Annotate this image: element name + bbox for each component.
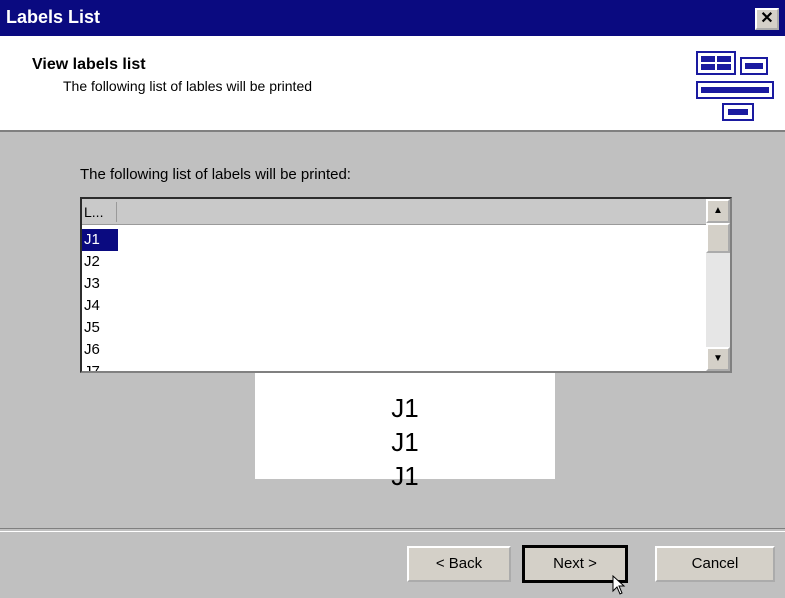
arrow-up-icon: ▲ xyxy=(713,205,723,216)
list-item[interactable]: J4 xyxy=(82,295,118,317)
labels-icon xyxy=(696,51,774,121)
back-button[interactable]: < Back xyxy=(407,546,511,582)
vertical-scrollbar[interactable]: ▲ ▼ xyxy=(706,199,730,371)
list-item[interactable]: J3 xyxy=(82,273,118,295)
preview-line: J1 xyxy=(391,393,419,423)
preview-line: J1 xyxy=(391,427,419,457)
scroll-down-button[interactable]: ▼ xyxy=(706,347,730,371)
column-header-label[interactable]: L... xyxy=(84,202,117,222)
list-column-header[interactable]: L... xyxy=(82,199,708,225)
labels-listbox[interactable]: L... J1 J2 J3 J4 J5 J6 J7 ▲ ▼ xyxy=(80,197,732,373)
list-prompt: The following list of labels will be pri… xyxy=(80,166,351,183)
page-subtitle: The following list of lables will be pri… xyxy=(63,78,313,94)
mouse-pointer-icon xyxy=(612,575,626,595)
label-preview: J1 J1 J1 xyxy=(255,373,555,491)
title-bar[interactable]: Labels List ✕ xyxy=(0,0,785,36)
page-title: View labels list xyxy=(32,56,146,73)
cancel-button[interactable]: Cancel xyxy=(655,546,775,582)
window-title: Labels List xyxy=(6,7,101,27)
preview-line: J1 xyxy=(391,461,419,491)
list-item[interactable]: J1 xyxy=(82,229,118,251)
labels-list-dialog: Labels List ✕ View labels list The follo… xyxy=(0,0,785,598)
wizard-header: View labels list The following list of l… xyxy=(0,36,785,132)
list-rows: J1 J2 J3 J4 J5 J6 J7 xyxy=(82,229,118,371)
list-item[interactable]: J6 xyxy=(82,339,118,361)
scroll-up-button[interactable]: ▲ xyxy=(706,199,730,223)
scroll-thumb[interactable] xyxy=(706,223,730,253)
close-button[interactable]: ✕ xyxy=(755,8,779,30)
footer-divider xyxy=(0,528,785,532)
arrow-down-icon: ▼ xyxy=(713,353,723,364)
list-item[interactable]: J5 xyxy=(82,317,118,339)
list-item[interactable]: J2 xyxy=(82,251,118,273)
list-item[interactable]: J7 xyxy=(82,361,118,371)
close-icon: ✕ xyxy=(760,10,774,27)
